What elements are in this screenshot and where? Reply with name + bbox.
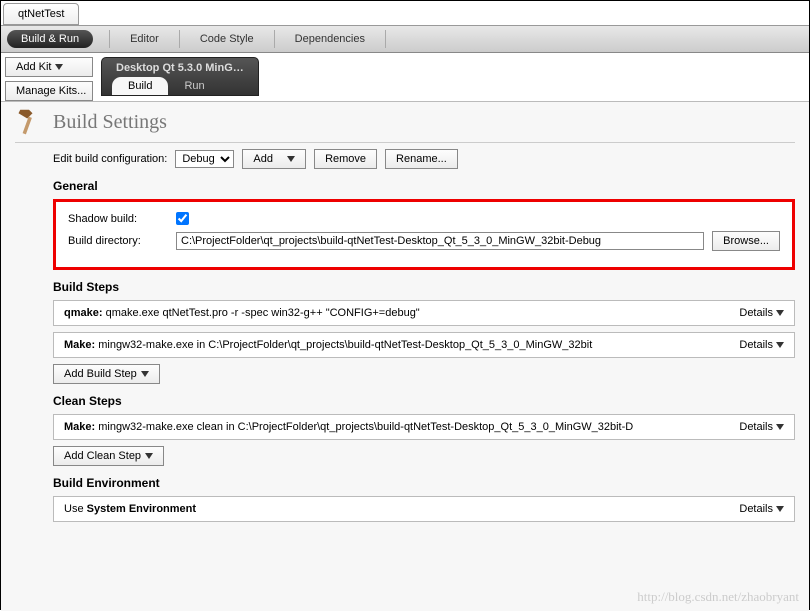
general-heading: General <box>53 179 795 193</box>
chevron-down-icon <box>776 424 784 430</box>
config-label: Edit build configuration: <box>53 153 167 165</box>
manage-kits-button[interactable]: Manage Kits... <box>5 81 93 101</box>
main-toolbar: Build & Run Editor Code Style Dependenci… <box>1 25 809 53</box>
chevron-down-icon <box>776 310 784 316</box>
remove-config-button[interactable]: Remove <box>314 149 377 169</box>
add-build-step-button[interactable]: Add Build Step <box>53 364 160 384</box>
shadow-build-label: Shadow build: <box>68 213 168 225</box>
section-general: General Shadow build: Build directory: B… <box>53 179 795 270</box>
qmake-step: qmake: qmake.exe qtNetTest.pro -r -spec … <box>53 300 795 326</box>
divider <box>109 30 110 48</box>
details-button[interactable]: Details <box>739 307 784 319</box>
qmake-text: qmake: qmake.exe qtNetTest.pro -r -spec … <box>64 307 739 319</box>
make-text: Make: mingw32-make.exe in C:\ProjectFold… <box>64 339 739 351</box>
clean-make-text: Make: mingw32-make.exe clean in C:\Proje… <box>64 421 739 433</box>
env-text: Use System Environment <box>64 503 739 515</box>
kit-name: Desktop Qt 5.3.0 MinG… <box>112 62 248 77</box>
config-select[interactable]: Debug <box>175 150 234 168</box>
subtab-run[interactable]: Run <box>168 77 220 95</box>
details-button[interactable]: Details <box>739 339 784 351</box>
project-tab[interactable]: qtNetTest <box>3 3 79 25</box>
tab-dependencies[interactable]: Dependencies <box>285 33 375 45</box>
page-header: Build Settings <box>15 108 795 143</box>
env-heading: Build Environment <box>53 476 795 490</box>
tab-code-style[interactable]: Code Style <box>190 33 264 45</box>
section-clean-steps: Clean Steps Make: mingw32-make.exe clean… <box>53 394 795 466</box>
tab-editor[interactable]: Editor <box>120 33 169 45</box>
watermark: http://blog.csdn.net/zhaobryant <box>637 589 799 605</box>
add-clean-step-label: Add Clean Step <box>64 450 141 462</box>
add-build-step-label: Add Build Step <box>64 368 137 380</box>
chevron-down-icon <box>287 156 295 162</box>
divider <box>179 30 180 48</box>
divider <box>385 30 386 48</box>
add-config-button[interactable]: Add <box>242 149 306 169</box>
details-button[interactable]: Details <box>739 503 784 515</box>
section-build-env: Build Environment Use System Environment… <box>53 476 795 522</box>
kit-tab[interactable]: Desktop Qt 5.3.0 MinG… Build Run <box>101 57 259 96</box>
browse-button[interactable]: Browse... <box>712 231 780 251</box>
shadow-build-checkbox[interactable] <box>176 212 189 225</box>
kit-subtabs: Build Run <box>112 77 248 95</box>
add-clean-step-button[interactable]: Add Clean Step <box>53 446 164 466</box>
chevron-down-icon <box>141 371 149 377</box>
add-label: Add <box>253 153 273 165</box>
clean-make-step: Make: mingw32-make.exe clean in C:\Proje… <box>53 414 795 440</box>
chevron-down-icon <box>145 453 153 459</box>
divider <box>274 30 275 48</box>
hammer-icon <box>15 108 43 136</box>
kit-sidebar: Add Kit Manage Kits... <box>1 53 96 101</box>
chevron-down-icon <box>55 64 63 70</box>
make-step: Make: mingw32-make.exe in C:\ProjectFold… <box>53 332 795 358</box>
subtab-build[interactable]: Build <box>112 77 168 95</box>
section-build-steps: Build Steps qmake: qmake.exe qtNetTest.p… <box>53 280 795 384</box>
build-steps-heading: Build Steps <box>53 280 795 294</box>
chevron-down-icon <box>776 342 784 348</box>
env-box: Use System Environment Details <box>53 496 795 522</box>
clean-steps-heading: Clean Steps <box>53 394 795 408</box>
rename-config-button[interactable]: Rename... <box>385 149 458 169</box>
kit-bar: Desktop Qt 5.3.0 MinG… Build Run <box>101 53 809 96</box>
add-kit-label: Add Kit <box>16 61 51 73</box>
content-area: Build Settings Edit build configuration:… <box>1 101 809 611</box>
tab-build-run[interactable]: Build & Run <box>7 30 93 48</box>
build-dir-input[interactable] <box>176 232 704 250</box>
general-box: Shadow build: Build directory: Browse... <box>53 199 795 270</box>
shadow-build-row: Shadow build: <box>68 212 780 225</box>
chevron-down-icon <box>776 506 784 512</box>
config-row: Edit build configuration: Debug Add Remo… <box>53 149 795 169</box>
build-dir-label: Build directory: <box>68 235 168 247</box>
details-button[interactable]: Details <box>739 421 784 433</box>
build-dir-row: Build directory: Browse... <box>68 231 780 251</box>
page-title: Build Settings <box>53 111 167 134</box>
add-kit-button[interactable]: Add Kit <box>5 57 93 77</box>
